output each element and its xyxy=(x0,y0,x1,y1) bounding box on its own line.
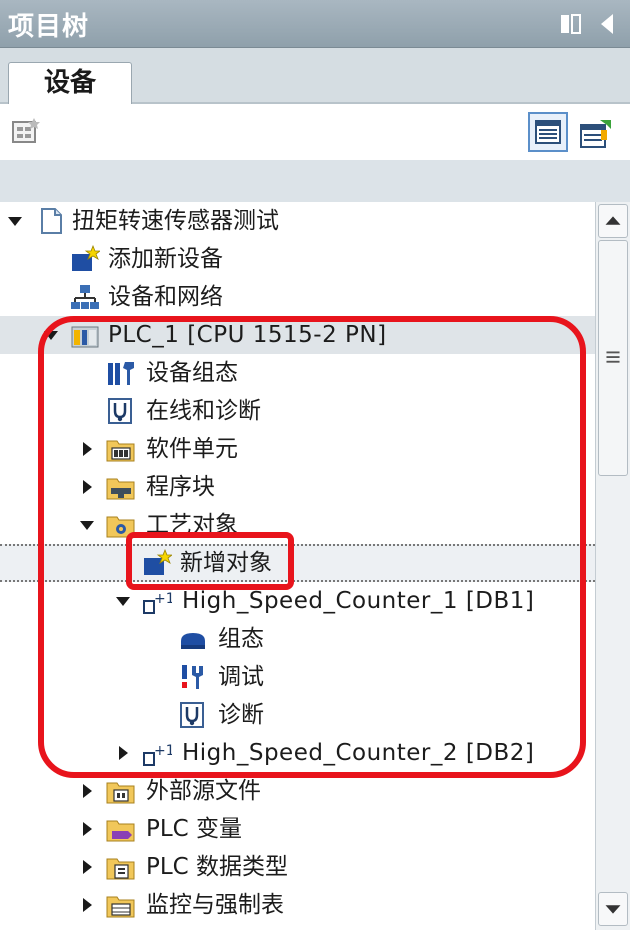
tree-label-watch-force: 监控与强制表 xyxy=(146,892,284,918)
tree-label-add-device: 添加新设备 xyxy=(108,246,223,272)
expanded-arrow-icon[interactable] xyxy=(6,212,24,230)
tree-label-hsc1-commissioning: 调试 xyxy=(218,664,264,690)
program-blocks-folder-icon xyxy=(106,478,135,500)
tree-item-plc-tags[interactable]: PLC 变量 xyxy=(0,810,595,848)
add-object-icon xyxy=(144,549,172,575)
configuration-icon xyxy=(181,633,205,649)
tree-label-program-blocks: 程序块 xyxy=(146,474,215,500)
expanded-arrow-icon[interactable] xyxy=(42,326,60,344)
collapsed-arrow-icon[interactable] xyxy=(114,744,132,762)
collapsed-arrow-icon[interactable] xyxy=(78,478,96,496)
collapse-left-icon[interactable] xyxy=(594,10,620,38)
scroll-thumb[interactable] xyxy=(598,240,628,476)
collapsed-arrow-icon[interactable] xyxy=(78,440,96,458)
tree-label-external-sources: 外部源文件 xyxy=(146,778,261,804)
software-units-folder-icon xyxy=(106,440,135,462)
watch-force-folder-icon xyxy=(106,896,135,918)
tree-label-devices-networks: 设备和网络 xyxy=(108,284,223,310)
collapsed-arrow-icon[interactable] xyxy=(78,820,96,838)
tree-label-hsc1-diagnostics: 诊断 xyxy=(218,702,264,728)
expanded-arrow-icon[interactable] xyxy=(114,592,132,610)
commissioning-tools-icon xyxy=(182,665,203,689)
panel-header: 项目树 xyxy=(0,0,630,48)
table-refresh-icon[interactable] xyxy=(578,116,614,150)
stethoscope-icon xyxy=(108,398,132,424)
tree-item-hsc1[interactable]: +1 High_Speed_Counter_1 [DB1] xyxy=(0,582,595,620)
collapsed-arrow-icon[interactable] xyxy=(78,896,96,914)
plc-tags-folder-icon xyxy=(106,820,135,842)
toolbar xyxy=(0,104,630,160)
collapsed-arrow-icon[interactable] xyxy=(78,858,96,876)
counter-icon: +1 xyxy=(143,743,172,766)
tree-item-hsc1-commissioning[interactable]: 调试 xyxy=(0,658,595,696)
dock-icon[interactable] xyxy=(558,10,584,38)
svg-text:+1: +1 xyxy=(154,591,172,607)
tree-item-add-object[interactable]: 新增对象 xyxy=(0,544,595,582)
tree-label-plc: PLC_1 [CPU 1515-2 PN] xyxy=(108,322,387,348)
tree-item-plc-data-types[interactable]: PLC 数据类型 xyxy=(0,848,595,886)
project-tree: 扭矩转速传感器测试 添加新设备 设备和网络 PLC_1 [CPU 1515-2 … xyxy=(0,202,595,930)
vertical-scrollbar[interactable] xyxy=(595,202,630,930)
counter-icon: +1 xyxy=(143,591,172,614)
new-group-icon[interactable] xyxy=(10,116,42,146)
tree-item-watch-force[interactable]: 监控与强制表 xyxy=(0,886,595,924)
tree-label-software-units: 软件单元 xyxy=(146,436,238,462)
tree-label-online-diagnostics: 在线和诊断 xyxy=(146,398,261,424)
tree-label-hsc2: High_Speed_Counter_2 [DB2] xyxy=(182,740,535,766)
expanded-arrow-icon[interactable] xyxy=(78,516,96,534)
tree-item-software-units[interactable]: 软件单元 xyxy=(0,430,595,468)
toolbar-separator xyxy=(0,160,630,202)
tree-item-technology-objects[interactable]: 工艺对象 xyxy=(0,506,595,544)
tree-label-hsc1-config: 组态 xyxy=(218,626,264,652)
tree-item-devices-networks[interactable]: 设备和网络 xyxy=(0,278,595,316)
technology-objects-folder-icon xyxy=(106,516,135,538)
tree-item-add-device[interactable]: 添加新设备 xyxy=(0,240,595,278)
network-icon xyxy=(71,285,99,309)
tree-label-project: 扭矩转速传感器测试 xyxy=(72,208,279,234)
svg-text:+1: +1 xyxy=(154,743,172,759)
tree-item-hsc1-diagnostics[interactable]: 诊断 xyxy=(0,696,595,734)
panel-title: 项目树 xyxy=(8,12,90,42)
tree-item-hsc1-config[interactable]: 组态 xyxy=(0,620,595,658)
collapsed-arrow-icon[interactable] xyxy=(78,782,96,800)
stethoscope-icon xyxy=(180,702,204,728)
tree-item-plc[interactable]: PLC_1 [CPU 1515-2 PN] xyxy=(0,316,595,354)
add-device-icon xyxy=(72,245,100,271)
plc-data-types-folder-icon xyxy=(106,858,135,880)
overview-view-button[interactable] xyxy=(528,112,568,152)
scroll-down-button[interactable] xyxy=(598,892,628,926)
tree-label-plc-data-types: PLC 数据类型 xyxy=(146,854,289,880)
scroll-up-button[interactable] xyxy=(598,204,628,238)
tree-item-external-sources[interactable]: 外部源文件 xyxy=(0,772,595,810)
plc-cpu-icon xyxy=(71,326,99,348)
tab-devices[interactable]: 设备 xyxy=(8,62,132,106)
tab-strip: 设备 xyxy=(0,48,630,106)
tree-label-plc-tags: PLC 变量 xyxy=(146,816,243,842)
tree-label-technology-objects: 工艺对象 xyxy=(146,512,238,538)
tree-item-device-config[interactable]: 设备组态 xyxy=(0,354,595,392)
tree-item-hsc2[interactable]: +1 High_Speed_Counter_2 [DB2] xyxy=(0,734,595,772)
tree-label-device-config: 设备组态 xyxy=(146,360,238,386)
project-document-icon xyxy=(41,208,62,234)
tree-label-add-object: 新增对象 xyxy=(180,550,272,576)
tree-item-program-blocks[interactable]: 程序块 xyxy=(0,468,595,506)
tree-label-hsc1: High_Speed_Counter_1 [DB1] xyxy=(182,588,535,614)
device-config-icon xyxy=(108,362,134,385)
tree-item-project[interactable]: 扭矩转速传感器测试 xyxy=(0,202,595,240)
external-sources-folder-icon xyxy=(106,782,135,804)
tree-item-online-diagnostics[interactable]: 在线和诊断 xyxy=(0,392,595,430)
